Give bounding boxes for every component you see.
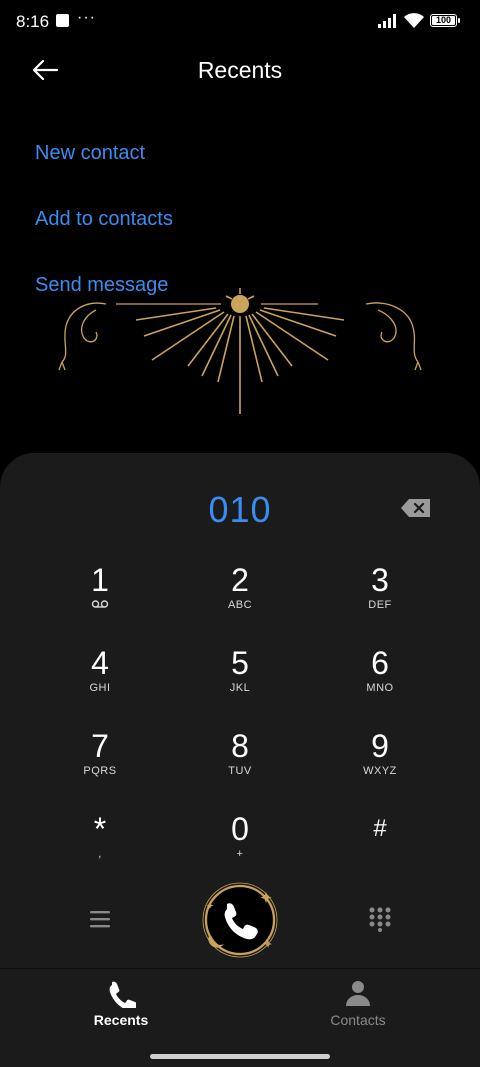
dial-key-7[interactable]: 7 PQRS [40, 728, 160, 798]
battery-level: 100 [435, 15, 452, 25]
dial-key-1[interactable]: 1 [40, 562, 160, 632]
sunburst-ornament [58, 288, 422, 414]
page-title: Recents [197, 57, 283, 83]
add-to-contacts-link[interactable]: Add to contacts [35, 208, 173, 231]
dial-key-9[interactable]: 9 WXYZ [320, 728, 440, 798]
battery-icon: 100 [430, 14, 460, 27]
dial-key-5[interactable]: 5 JKL [180, 645, 300, 715]
new-contact-link[interactable]: New contact [35, 142, 145, 165]
wifi-icon [404, 13, 424, 28]
phone-icon [109, 981, 136, 1008]
dial-key-star[interactable]: * , [40, 811, 160, 881]
status-bar: 8:16 ··· 100 [0, 0, 480, 44]
dial-key-hash[interactable]: # [320, 811, 440, 881]
backspace-icon[interactable] [400, 497, 432, 519]
dial-key-4[interactable]: 4 GHI [40, 645, 160, 715]
notification-icon [56, 14, 69, 27]
home-indicator[interactable] [150, 1054, 330, 1059]
more-notifications-icon: ··· [77, 9, 96, 26]
dial-key-2[interactable]: 2 ABC [180, 562, 300, 632]
tab-contacts[interactable]: Contacts [278, 978, 438, 1028]
dial-key-0[interactable]: 0 + [180, 811, 300, 881]
tab-divider [0, 968, 480, 969]
dial-key-8[interactable]: 8 TUV [180, 728, 300, 798]
menu-icon[interactable] [88, 908, 112, 930]
dial-key-6[interactable]: 6 MNO [320, 645, 440, 715]
tab-recents[interactable]: Recents [41, 978, 201, 1028]
call-button[interactable] [200, 880, 280, 960]
signal-icon [378, 14, 396, 28]
dial-key-3[interactable]: 3 DEF [320, 562, 440, 632]
voicemail-icon [91, 600, 109, 608]
dialpad-toggle-icon[interactable] [368, 906, 392, 932]
status-time: 8:16 [16, 12, 50, 31]
person-icon [346, 981, 370, 1006]
